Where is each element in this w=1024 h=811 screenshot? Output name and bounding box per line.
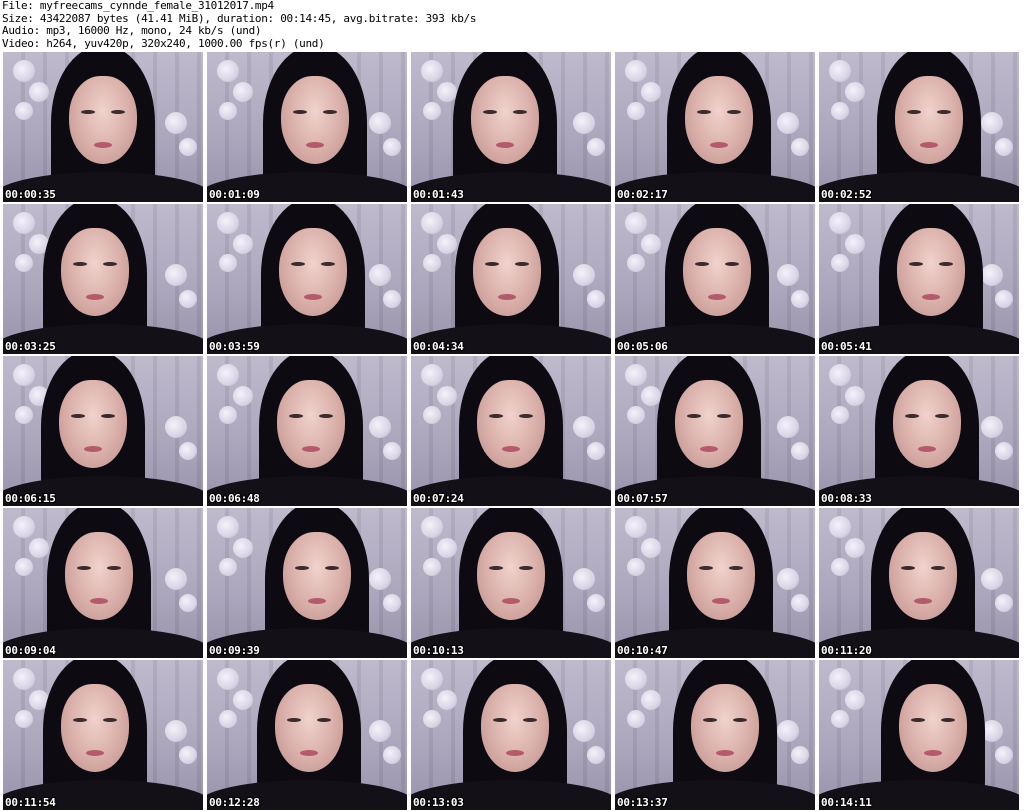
thumbnail-frame: 00:07:57: [615, 356, 815, 506]
thumbnail-frame: 00:04:34: [411, 204, 611, 354]
thumbnail-timestamp: 00:11:20: [821, 644, 872, 657]
thumbnail-frame: 00:02:17: [615, 52, 815, 202]
thumbnail-frame: 00:10:47: [615, 508, 815, 658]
thumbnail-frame: 00:05:41: [819, 204, 1019, 354]
thumbnail-timestamp: 00:13:37: [617, 796, 668, 809]
thumbnail-frame: 00:08:33: [819, 356, 1019, 506]
thumbnail-frame: 00:03:59: [207, 204, 407, 354]
thumbnail-timestamp: 00:10:13: [413, 644, 464, 657]
thumbnail-frame: 00:05:06: [615, 204, 815, 354]
thumbnail-timestamp: 00:08:33: [821, 492, 872, 505]
thumbnail-frame: 00:09:39: [207, 508, 407, 658]
thumbnail-timestamp: 00:13:03: [413, 796, 464, 809]
thumbnail-frame: 00:02:52: [819, 52, 1019, 202]
thumbnail-timestamp: 00:09:39: [209, 644, 260, 657]
thumbnail-timestamp: 00:00:35: [5, 188, 56, 201]
thumbnail-frame: 00:10:13: [411, 508, 611, 658]
thumbnail-timestamp: 00:04:34: [413, 340, 464, 353]
thumbnail-timestamp: 00:10:47: [617, 644, 668, 657]
thumbnail-frame: 00:00:35: [3, 52, 203, 202]
thumbnail-timestamp: 00:02:17: [617, 188, 668, 201]
thumbnail-frame: 00:13:03: [411, 660, 611, 810]
thumbnail-frame: 00:11:20: [819, 508, 1019, 658]
thumbnail-timestamp: 00:07:24: [413, 492, 464, 505]
thumbnail-frame: 00:09:04: [3, 508, 203, 658]
thumbnail-frame: 00:01:09: [207, 52, 407, 202]
thumbnail-timestamp: 00:14:11: [821, 796, 872, 809]
thumbnail-frame: 00:03:25: [3, 204, 203, 354]
thumbnail-timestamp: 00:12:28: [209, 796, 260, 809]
thumbnail-timestamp: 00:09:04: [5, 644, 56, 657]
thumbnail-timestamp: 00:03:25: [5, 340, 56, 353]
video-info-line: Video: h264, yuv420p, 320x240, 1000.00 f…: [2, 36, 325, 50]
thumbnail-frame: 00:07:24: [411, 356, 611, 506]
video-info-header: File: myfreecams_cynnde_female_31012017.…: [2, 0, 1020, 50]
thumbnail-timestamp: 00:05:41: [821, 340, 872, 353]
thumbnail-timestamp: 00:06:48: [209, 492, 260, 505]
thumbnail-frame: 00:14:11: [819, 660, 1019, 810]
thumbnail-frame: 00:06:48: [207, 356, 407, 506]
thumbnail-timestamp: 00:11:54: [5, 796, 56, 809]
thumbnail-timestamp: 00:02:52: [821, 188, 872, 201]
thumbnail-frame: 00:11:54: [3, 660, 203, 810]
thumbnail-timestamp: 00:06:15: [5, 492, 56, 505]
thumbnail-timestamp: 00:05:06: [617, 340, 668, 353]
thumbnail-timestamp: 00:01:43: [413, 188, 464, 201]
thumbnail-timestamp: 00:03:59: [209, 340, 260, 353]
audio-info-line: Audio: mp3, 16000 Hz, mono, 24 kb/s (und…: [2, 24, 262, 37]
thumbnail-frame: 00:01:43: [411, 52, 611, 202]
thumbnail-timestamp: 00:07:57: [617, 492, 668, 505]
thumbnail-frame: 00:06:15: [3, 356, 203, 506]
thumbnail-grid: 00:00:35 00:01:09 00:01:43 00:02:17 00:02:52…: [0, 50, 1024, 811]
thumbnail-frame: 00:13:37: [615, 660, 815, 810]
thumbnail-timestamp: 00:01:09: [209, 188, 260, 201]
thumbnail-frame: 00:12:28: [207, 660, 407, 810]
file-name-line: File: myfreecams_cynnde_female_31012017.…: [2, 0, 274, 12]
